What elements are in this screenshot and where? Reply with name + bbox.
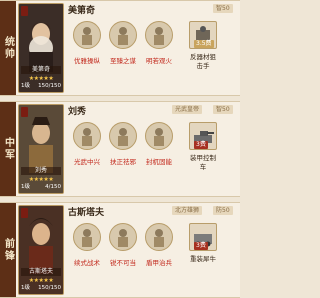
portrait-name: 古斯塔夫 — [21, 268, 61, 276]
title-tag: 北方雄狮 — [172, 206, 203, 215]
skill-figure-icon — [73, 223, 101, 251]
stat-tag: 防50 — [213, 206, 233, 215]
cost-badge: 3费 — [194, 141, 208, 149]
skill-figure-icon — [73, 21, 101, 49]
skill-figure-icon — [145, 223, 173, 251]
skill-name: 盾甲治兵 — [146, 259, 172, 267]
portrait-info: 1级 4/150 — [21, 183, 61, 191]
stat-tag: 智50 — [213, 105, 233, 114]
skill-row: 光武中兴 扶正祛邪 封杌固能 3费 装甲控制车 — [66, 122, 238, 194]
skill-name: 锐不可当 — [110, 259, 136, 267]
faction-flag-icon — [21, 208, 28, 218]
skill-name: 明若观火 — [146, 57, 172, 65]
skill-figure-icon — [109, 122, 137, 150]
skill-figure-icon — [73, 122, 101, 150]
skill-name: 优雅操纵 — [74, 57, 100, 65]
skill-name: 至臻之谋 — [110, 57, 136, 65]
role-label: 统帅 — [0, 1, 16, 95]
stat-tag: 智50 — [213, 4, 233, 13]
role-label: 中军 — [0, 102, 16, 196]
faction-flag-icon — [21, 6, 28, 16]
general-portrait[interactable]: 古斯塔夫 ★★★★★ 1级 150/150 — [18, 205, 64, 295]
skill-slot[interactable]: 扶正祛邪 — [106, 122, 140, 166]
portrait-info: 1级 150/150 — [21, 284, 61, 292]
skill-slot[interactable]: 光武中兴 — [70, 122, 104, 166]
role-label: 前锋 — [0, 203, 16, 297]
title-tag: 光武皇帝 — [172, 105, 203, 114]
equipment-name: 重装犀牛 — [190, 255, 216, 263]
general-portrait[interactable]: 刘秀 ★★★★★ 1级 4/150 — [18, 104, 64, 194]
equipment-name: 反器材狙 击手 — [190, 53, 216, 70]
troops-text: 4/150 — [45, 184, 61, 190]
skill-slot[interactable]: 盾甲治兵 — [142, 223, 176, 267]
skill-figure-icon — [145, 21, 173, 49]
skill-slot[interactable]: 封杌固能 — [142, 122, 176, 166]
tank-unit-icon: 3费 — [189, 122, 217, 150]
skill-figure-icon — [109, 223, 137, 251]
cost-badge: 3.5费 — [194, 40, 214, 48]
general-card-2[interactable]: 中军 刘秀 ★★★★★ 1级 4/150 刘秀 光武皇帝 智50 光武中兴 扶正… — [0, 101, 240, 197]
troops-text: 150/150 — [38, 285, 61, 291]
general-card-1[interactable]: 统帅 美第奇 ★★★★★ 1级 150/150 美第奇 智50 优雅操纵 至臻之… — [0, 0, 240, 96]
skill-slot[interactable]: 至臻之谋 — [106, 21, 140, 65]
skill-name: 续式战术 — [74, 259, 100, 267]
equipment-slot[interactable]: 3费 装甲控制车 — [186, 122, 220, 172]
lineup-panel: 统帅 美第奇 ★★★★★ 1级 150/150 美第奇 智50 优雅操纵 至臻之… — [0, 0, 240, 298]
star-rating: ★★★★★ — [28, 75, 54, 82]
skill-slot[interactable]: 续式战术 — [70, 223, 104, 267]
general-name: 古斯塔夫 — [68, 208, 105, 218]
cost-badge: 3费 — [194, 242, 208, 250]
equipment-name: 装甲控制车 — [190, 154, 216, 171]
skill-row: 续式战术 锐不可当 盾甲治兵 3费 重装犀牛 — [66, 223, 238, 295]
level-text: 1级 — [21, 285, 30, 291]
skill-name: 封杌固能 — [146, 158, 172, 166]
equipment-slot[interactable]: 3.5费 反器材狙 击手 — [186, 21, 220, 71]
skill-figure-icon — [145, 122, 173, 150]
soldier-unit-icon: 3.5费 — [189, 21, 217, 49]
general-portrait[interactable]: 美第奇 ★★★★★ 1级 150/150 — [18, 3, 64, 93]
armored-vehicle-icon: 3费 — [189, 223, 217, 251]
skill-figure-icon — [109, 21, 137, 49]
general-card-3[interactable]: 前锋 古斯塔夫 ★★★★★ 1级 150/150 古斯塔夫 北方雄狮 防50 续… — [0, 202, 240, 298]
portrait-info: 1级 150/150 — [21, 82, 61, 90]
general-name: 刘秀 — [68, 107, 87, 117]
star-rating: ★★★★★ — [28, 176, 54, 183]
troops-text: 150/150 — [38, 83, 61, 89]
equipment-slot[interactable]: 3费 重装犀牛 — [186, 223, 220, 264]
skill-slot[interactable]: 优雅操纵 — [70, 21, 104, 65]
skill-row: 优雅操纵 至臻之谋 明若观火 3.5费 反器材狙 击手 — [66, 21, 238, 93]
general-name: 美第奇 — [68, 6, 96, 16]
faction-flag-icon — [21, 107, 28, 117]
portrait-name: 美第奇 — [21, 66, 61, 74]
level-text: 1级 — [21, 83, 30, 89]
star-rating: ★★★★★ — [28, 277, 54, 284]
skill-name: 扶正祛邪 — [110, 158, 136, 166]
skill-slot[interactable]: 明若观火 — [142, 21, 176, 65]
level-text: 1级 — [21, 184, 30, 190]
skill-name: 光武中兴 — [74, 158, 100, 166]
skill-slot[interactable]: 锐不可当 — [106, 223, 140, 267]
portrait-name: 刘秀 — [21, 167, 61, 175]
